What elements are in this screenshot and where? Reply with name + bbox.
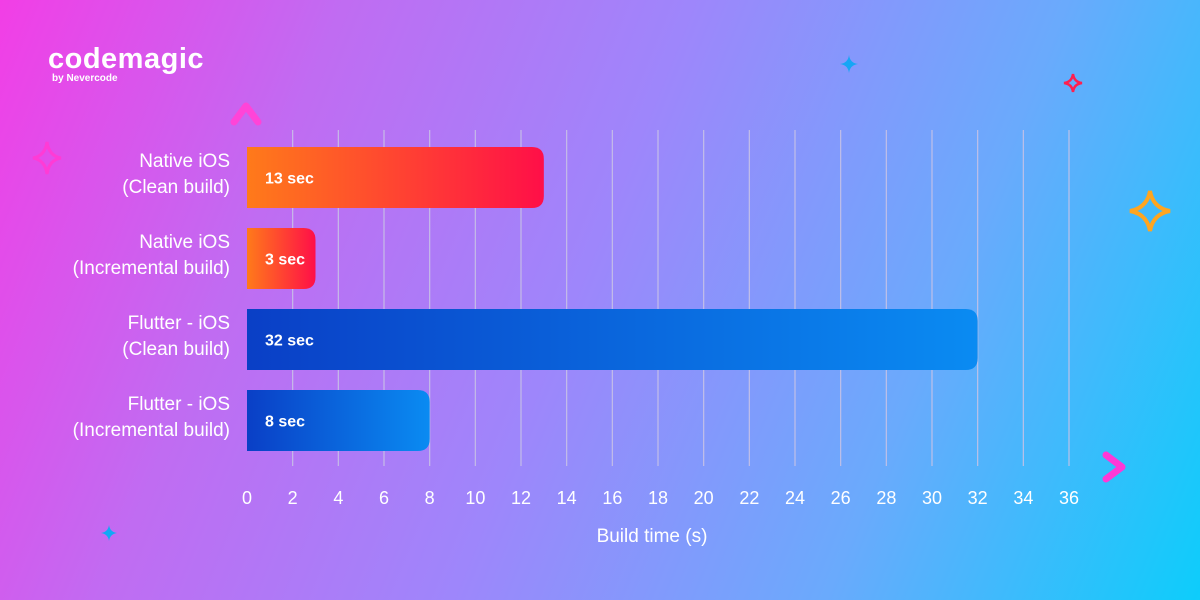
x-tick-label: 26 xyxy=(831,488,851,508)
x-tick-label: 32 xyxy=(968,488,988,508)
x-tick-label: 18 xyxy=(648,488,668,508)
x-tick-label: 0 xyxy=(242,488,252,508)
x-tick-label: 28 xyxy=(876,488,896,508)
x-tick-label: 22 xyxy=(739,488,759,508)
build-time-chart: 13 sec3 sec32 sec8 sec 0 2 4 6 8 10 12 14 16 18 20… xyxy=(32,55,1171,547)
x-tick-label: 2 xyxy=(288,488,298,508)
x-tick-label: 4 xyxy=(333,488,343,508)
x-tick-label: 16 xyxy=(602,488,622,508)
bar-fill xyxy=(247,309,978,370)
category-label: (Clean build) xyxy=(122,177,230,198)
x-tick-labels: 0 2 4 6 8 10 12 14 16 18 20 22 24 26 28 30 32 34 36 xyxy=(242,488,1079,508)
category-label: Flutter - iOS xyxy=(128,313,230,334)
sparkle-icon xyxy=(1063,73,1083,93)
bar xyxy=(247,309,978,370)
x-tick-label: 6 xyxy=(379,488,389,508)
x-tick-label: 10 xyxy=(465,488,485,508)
sparkle-icon xyxy=(840,55,858,73)
bar-value-label: 3 sec xyxy=(265,252,305,269)
category-label: Flutter - iOS xyxy=(128,394,230,415)
bar-value-label: 32 sec xyxy=(265,333,314,350)
x-tick-label: 34 xyxy=(1013,488,1033,508)
bar-value-label: 8 sec xyxy=(265,414,305,431)
sparkle-icon xyxy=(101,525,117,541)
category-label: (Incremental build) xyxy=(73,420,230,441)
x-tick-label: 36 xyxy=(1059,488,1079,508)
category-label: Native iOS xyxy=(139,232,230,253)
sparkle-icon xyxy=(1129,190,1171,232)
x-tick-label: 30 xyxy=(922,488,942,508)
x-tick-label: 12 xyxy=(511,488,531,508)
x-tick-label: 8 xyxy=(425,488,435,508)
category-label: Native iOS xyxy=(139,151,230,172)
x-axis-title: Build time (s) xyxy=(597,526,708,547)
x-tick-label: 20 xyxy=(694,488,714,508)
sparkle-icon xyxy=(32,141,62,175)
x-tick-label: 24 xyxy=(785,488,805,508)
x-tick-label: 14 xyxy=(557,488,577,508)
bar-value-label: 13 sec xyxy=(265,171,314,188)
category-labels: Native iOS (Clean build) Native iOS (Increm… xyxy=(73,151,230,441)
category-label: (Incremental build) xyxy=(73,258,230,279)
category-label: (Clean build) xyxy=(122,339,230,360)
